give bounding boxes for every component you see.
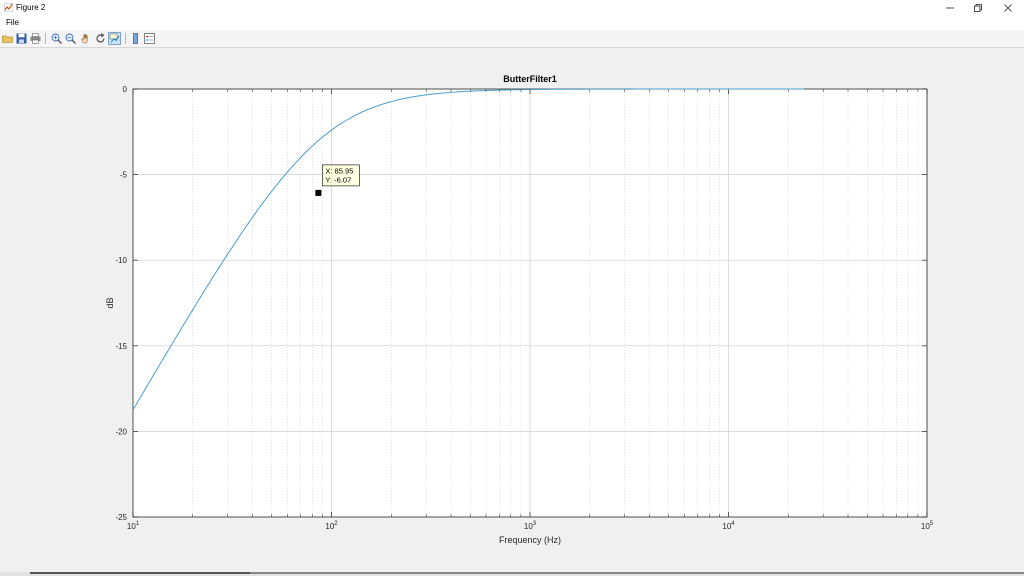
save-icon [16,33,27,44]
x-tick-exponent: 1 [136,521,140,527]
rotate-3d-icon [96,33,105,43]
zoom-in-button[interactable] [50,32,63,45]
y-tick-label: -10 [115,256,127,265]
x-tick-labels: 101 102 103 104 105 [127,521,934,531]
x-tick-label: 103 [524,521,537,531]
datatip-y-value: Y: -6.07 [325,175,351,184]
data-cursor-button[interactable] [108,32,121,45]
plot-canvas[interactable]: 0 -5 -10 -15 -20 -25 101 102 103 104 105 ButterFi… [0,47,1024,572]
y-tick-label: -25 [115,513,127,522]
close-button[interactable] [994,0,1022,15]
menu-bar: File [0,15,1024,30]
datatip-marker[interactable] [315,189,322,196]
legend-icon [144,33,155,44]
menu-file[interactable]: File [6,18,19,27]
x-axis-label: Frequency (Hz) [499,535,561,545]
datatip-x-value: X: 85.95 [325,166,353,175]
toolbar-separator [125,33,126,44]
legend-button[interactable] [143,32,156,45]
x-tick-exponent: 2 [334,521,338,527]
datatip-box[interactable]: X: 85.95 Y: -6.07 [322,164,360,187]
pan-button[interactable] [79,32,92,45]
print-button[interactable] [29,32,42,45]
x-tick-exponent: 4 [731,521,735,527]
x-tick-label: 104 [722,521,735,531]
minimize-icon [946,7,954,8]
rotate-3d-button[interactable] [94,32,107,45]
colorbar-button[interactable] [129,32,142,45]
x-tick-exponent: 3 [533,521,537,527]
y-tick-label: -15 [115,342,127,351]
pan-hand-icon [81,33,88,44]
y-axis-label: dB [105,297,115,308]
x-tick-label: 101 [127,521,140,531]
y-tick-labels: 0 -5 -10 -15 -20 -25 [115,85,127,522]
chart-title: ButterFilter1 [503,74,557,84]
save-button[interactable] [15,32,28,45]
zoom-out-icon [65,33,76,44]
y-tick-label: 0 [123,85,128,94]
matlab-figure-icon [4,3,13,12]
y-tick-label: -5 [120,171,128,180]
window-title: Figure 2 [16,3,46,12]
toolbar-separator [45,33,46,44]
taskbar-strip [0,572,1024,576]
colorbar-icon [133,33,138,44]
minimize-button[interactable] [936,0,964,15]
print-icon [30,33,41,44]
x-tick-exponent: 5 [930,521,934,527]
taskbar-segment [250,572,1024,574]
close-icon [1004,3,1012,12]
window-title-bar: Figure 2 [0,0,1024,15]
taskbar-segment [30,572,250,574]
open-folder-button[interactable] [1,32,14,45]
y-tick-label: -20 [115,427,127,436]
x-tick-label: 102 [325,521,338,531]
data-cursor-icon [109,33,120,43]
restore-icon [974,3,982,12]
zoom-in-icon [51,33,62,44]
zoom-out-button[interactable] [64,32,77,45]
open-folder-icon [2,35,13,43]
restore-button[interactable] [964,0,992,15]
x-tick-label: 105 [921,521,934,531]
figure-toolbar [0,30,1024,48]
